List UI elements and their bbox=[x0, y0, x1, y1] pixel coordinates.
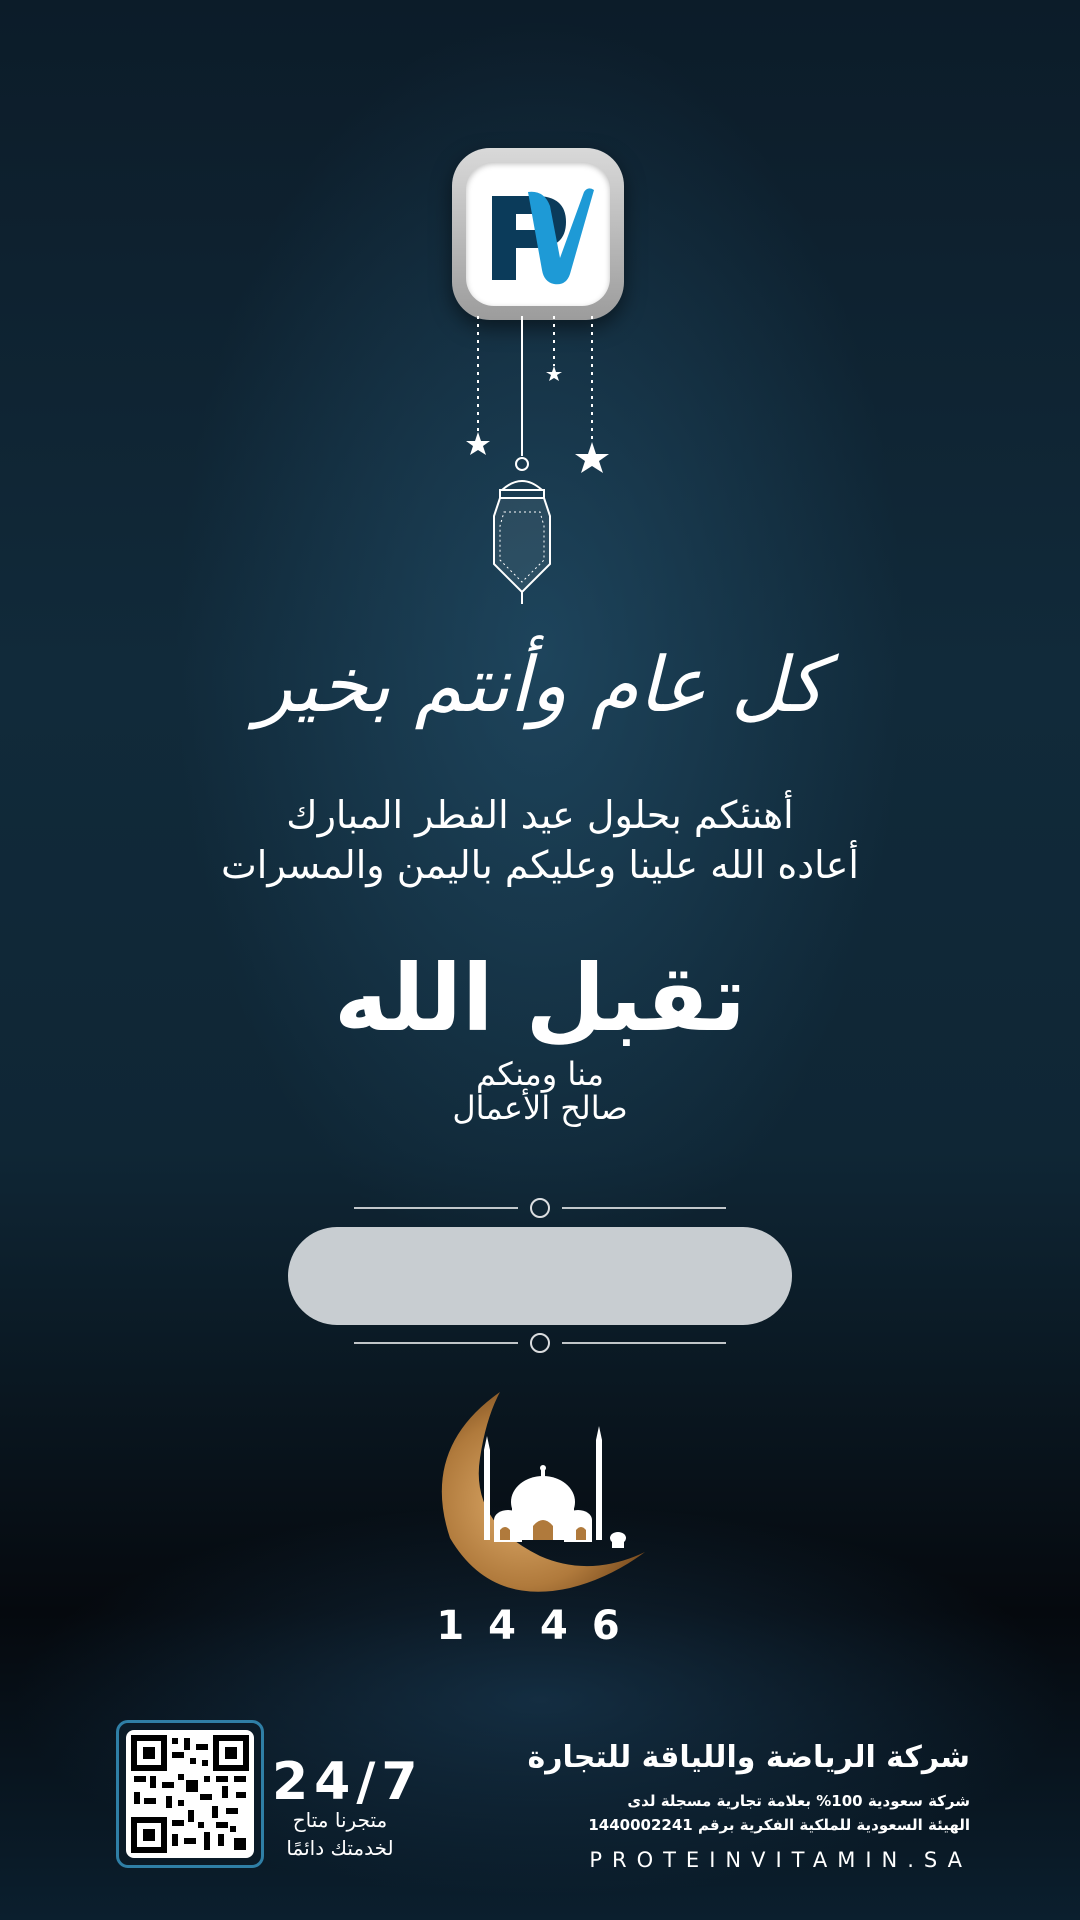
store-line-2: لخدمتك دائمًا bbox=[286, 1836, 394, 1860]
app-logo bbox=[452, 148, 624, 320]
store-line-1: متجرنا متاح bbox=[292, 1808, 388, 1832]
company-name: شركة الرياضة واللياقة للتجارة bbox=[527, 1740, 970, 1775]
availability-label: 24/7 bbox=[272, 1752, 424, 1812]
blessing-main: تقبل الله bbox=[334, 945, 746, 1052]
divider bbox=[354, 1342, 518, 1344]
divider bbox=[562, 1207, 726, 1209]
hanging-decoration bbox=[466, 316, 609, 604]
greeting-title: كل عام وأنتم بخير bbox=[255, 640, 825, 729]
star-icon bbox=[575, 442, 609, 473]
crescent-moon-icon bbox=[441, 1392, 645, 1592]
divider bbox=[562, 1342, 726, 1344]
qr-code-icon bbox=[131, 1735, 249, 1853]
blessing-sub-2: صالح الأعمال bbox=[452, 1089, 628, 1127]
hijri-year: 1446 bbox=[436, 1603, 644, 1649]
divider-ornament bbox=[530, 1198, 550, 1218]
pv-logo-icon bbox=[492, 188, 594, 285]
greeting-line-2: أعاده الله علينا وعليكم باليمن والمسرات bbox=[221, 843, 859, 887]
blessing-sub-1: منا ومنكم bbox=[476, 1055, 604, 1093]
name-placeholder-pill bbox=[288, 1227, 792, 1325]
company-registration-line-2: الهيئة السعودية للملكية الفكرية برقم 144… bbox=[588, 1816, 970, 1834]
lantern-icon bbox=[493, 457, 551, 604]
qr-code[interactable] bbox=[116, 1720, 264, 1868]
greeting-line-1: أهنئكم بحلول عيد الفطر المبارك bbox=[286, 793, 794, 837]
mosque-icon bbox=[484, 1426, 626, 1548]
star-icon bbox=[546, 366, 562, 381]
company-registration-line-1: شركة سعودية 100% بعلامة تجارية مسجلة لدى bbox=[627, 1792, 970, 1810]
divider-ornament bbox=[530, 1333, 550, 1353]
star-icon bbox=[466, 432, 490, 455]
divider bbox=[354, 1207, 518, 1209]
website-link[interactable]: PROTEINVITAMIN.SA bbox=[589, 1848, 972, 1872]
